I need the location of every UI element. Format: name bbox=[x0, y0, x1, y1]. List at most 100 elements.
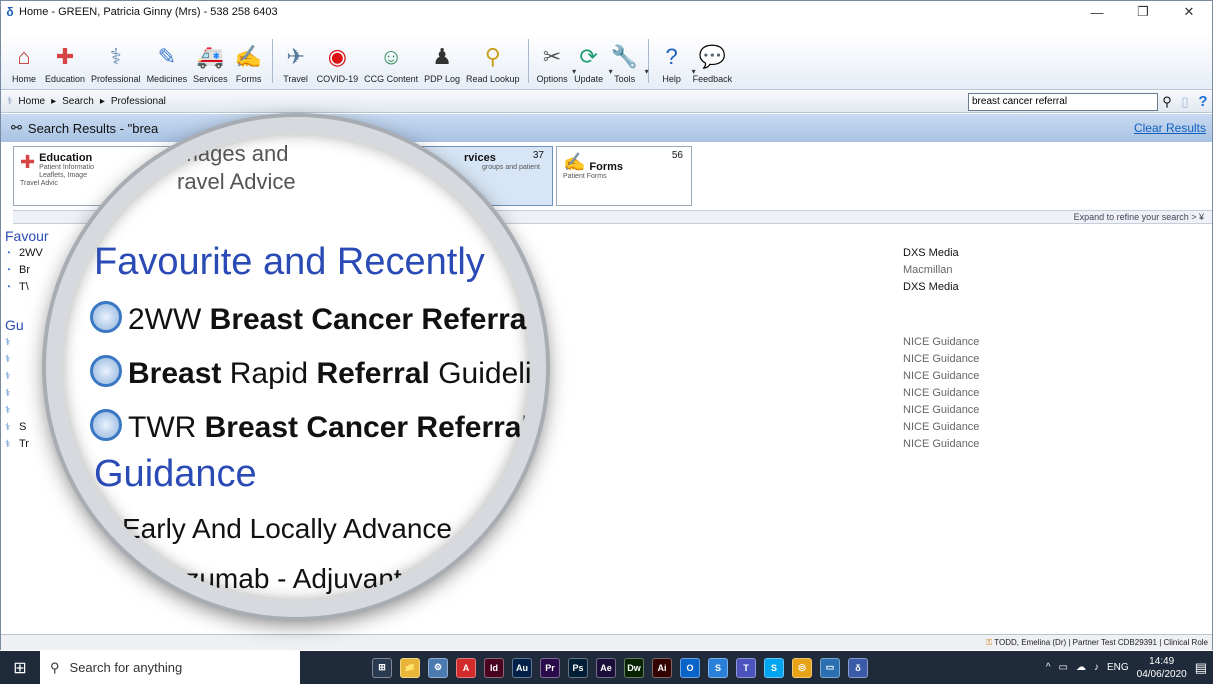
update-icon: ⟳ bbox=[579, 44, 598, 69]
magnified-guidance-item: Early And Locally Advance bbox=[122, 513, 452, 544]
taskbar-app-icon[interactable]: Pr bbox=[540, 657, 560, 678]
expand-link[interactable]: Expand to refine your search > bbox=[1074, 212, 1197, 222]
ribbon-label: Tools bbox=[614, 74, 636, 84]
breadcrumb-home[interactable]: Home bbox=[18, 96, 45, 107]
plane-icon: ✈ bbox=[286, 44, 305, 69]
education-button[interactable]: ✚ Education bbox=[45, 42, 85, 89]
caduceus-icon: ⚕ bbox=[109, 44, 122, 69]
taskbar-app-icon[interactable]: Ps bbox=[568, 657, 588, 678]
card-forms[interactable]: 56 ✍ Forms Patient Forms bbox=[556, 146, 692, 206]
clock[interactable]: 14:49 04/06/2020 bbox=[1137, 655, 1187, 681]
double-chevron-down-icon[interactable]: ¥ bbox=[1199, 212, 1204, 222]
ribbon-label: Feedback bbox=[692, 74, 733, 84]
forms-button[interactable]: ✍ Forms bbox=[234, 42, 264, 89]
medicines-button[interactable]: ✎ Medicines bbox=[147, 42, 188, 89]
ribbon-label: COVID-19 bbox=[316, 74, 359, 84]
pdp-log-button[interactable]: ♟ PDP Log bbox=[424, 42, 460, 89]
help-icon[interactable]: ? bbox=[1194, 93, 1212, 110]
status-text: TODD, Emelina (Dr) | Partner Test CDB293… bbox=[994, 638, 1208, 647]
ribbon-label: Read Lookup bbox=[466, 74, 520, 84]
taskbar-app-icon[interactable]: Ae bbox=[596, 657, 616, 678]
home-button[interactable]: ⌂ Home bbox=[9, 42, 39, 89]
close-button[interactable]: ✕ bbox=[1166, 4, 1212, 20]
ccg-content-button[interactable]: ☺ CCG Content bbox=[364, 42, 418, 89]
magnified-card-text: ravel Advice bbox=[177, 169, 296, 194]
wrench-icon: 🔧 bbox=[610, 44, 639, 69]
result-source: NICE Guidance bbox=[903, 336, 980, 348]
taskbar-app-icon[interactable]: Dw bbox=[624, 657, 644, 678]
covid-19-button[interactable]: ◉ COVID-19 bbox=[317, 42, 359, 89]
clear-results-link[interactable]: Clear Results bbox=[1134, 121, 1206, 135]
status-bar: ⚿ TODD, Emelina (Dr) | Partner Test CDB2… bbox=[1, 634, 1212, 650]
read-lookup-button[interactable]: ⚲ Read Lookup bbox=[466, 42, 520, 89]
magnified-guidance-item: tuzumab - Adjuvant bbox=[162, 563, 402, 594]
notification-icon[interactable]: ▤ bbox=[1195, 660, 1207, 676]
taskbar-search[interactable]: ⚲ Search for anything bbox=[40, 651, 300, 684]
caduceus-icon: ⚕ bbox=[5, 388, 11, 399]
breadcrumb-search[interactable]: Search bbox=[62, 96, 94, 107]
help-button[interactable]: ? Help ▾ bbox=[657, 42, 695, 89]
taskbar-app-icon[interactable]: δ bbox=[848, 657, 868, 678]
taskbar-app-icon[interactable]: ⚙ bbox=[428, 657, 448, 678]
taskbar-app-icon[interactable]: Au bbox=[512, 657, 532, 678]
minimize-button[interactable]: — bbox=[1074, 5, 1120, 20]
taskbar-app-icon[interactable]: Ai bbox=[652, 657, 672, 678]
siren-icon: ◉ bbox=[327, 44, 347, 69]
card-count: 56 bbox=[671, 150, 683, 161]
taskbar-app-icon[interactable]: ◎ bbox=[792, 657, 812, 678]
taskbar-app-icon[interactable]: Id bbox=[484, 657, 504, 678]
taskbar-app-icon[interactable]: S bbox=[708, 657, 728, 678]
search-go-icon[interactable]: ⚲ bbox=[1158, 94, 1176, 110]
ribbon-separator bbox=[647, 39, 649, 83]
network-icon[interactable]: ▭ bbox=[1059, 662, 1068, 673]
chevron-up-icon[interactable]: ^ bbox=[1046, 662, 1051, 673]
medicines-icon: ✎ bbox=[157, 44, 177, 69]
taskbar-search-placeholder: Search for anything bbox=[69, 660, 183, 675]
professional-button[interactable]: ⚕ Professional bbox=[91, 42, 141, 89]
document-icon[interactable]: ▯ bbox=[1176, 94, 1194, 110]
search-input[interactable] bbox=[968, 92, 1158, 111]
taskbar-app-icon[interactable]: T bbox=[736, 657, 756, 678]
language-indicator[interactable]: ENG bbox=[1107, 662, 1129, 673]
magnifier-icon: ⚲ bbox=[484, 44, 501, 69]
result-source: NICE Guidance bbox=[903, 404, 980, 416]
clock-icon: ◔ bbox=[5, 265, 12, 276]
restore-button[interactable]: ❐ bbox=[1120, 4, 1166, 20]
breadcrumb-professional[interactable]: Professional bbox=[111, 96, 166, 107]
travel-button[interactable]: ✈ Travel bbox=[281, 42, 311, 89]
ribbon-separator bbox=[271, 39, 273, 83]
caduceus-icon: ⚕ bbox=[7, 96, 13, 107]
magnifier-overlay: lets, Images and ravel Advice Favourite … bbox=[46, 117, 546, 617]
update-button[interactable]: ⟳ Update ▾ bbox=[574, 42, 613, 89]
cloud-icon[interactable]: ☁ bbox=[1076, 662, 1086, 673]
caduceus-icon: ⚕ bbox=[5, 371, 11, 382]
title-bar: δ Home - GREEN, Patricia Ginny (Mrs) - 5… bbox=[1, 1, 1212, 23]
windows-start-icon[interactable]: ⊞ bbox=[0, 658, 40, 678]
ribbon-label: Professional bbox=[91, 74, 141, 84]
breadcrumb-arrow-icon: ▸ bbox=[51, 96, 57, 107]
taskbar-app-icon[interactable]: S bbox=[764, 657, 784, 678]
clock-icon bbox=[90, 355, 122, 387]
navigation-bar: ⚕ Home ▸ Search ▸ Professional ⚲ ▯ ? bbox=[1, 91, 1212, 113]
taskbar-app-icon[interactable]: ▭ bbox=[820, 657, 840, 678]
ribbon-label: Travel bbox=[283, 74, 308, 84]
result-source: NICE Guidance bbox=[903, 438, 980, 450]
ribbon-label: PDP Log bbox=[424, 74, 461, 84]
feedback-button[interactable]: 💬 Feedback bbox=[693, 42, 733, 89]
services-button[interactable]: 🚑 Services bbox=[193, 42, 228, 89]
window-title: Home - GREEN, Patricia Ginny (Mrs) - 538… bbox=[19, 6, 278, 18]
volume-icon[interactable]: ♪ bbox=[1094, 662, 1099, 673]
help-icon: ? bbox=[665, 44, 678, 69]
forms-icon: ✍ bbox=[234, 44, 263, 69]
result-source: DXS Media bbox=[903, 247, 959, 259]
taskbar-app-icon[interactable]: ⊞ bbox=[372, 657, 392, 678]
taskbar-app-icon[interactable]: 📁 bbox=[400, 657, 420, 678]
taskbar-app-icon[interactable]: O bbox=[680, 657, 700, 678]
tools-button[interactable]: 🔧 Tools ▾ bbox=[610, 42, 649, 89]
options-button[interactable]: ✂ Options ▾ bbox=[537, 42, 577, 89]
ribbon-label: Forms bbox=[235, 74, 262, 84]
education-icon: ✚ bbox=[55, 44, 75, 69]
app-logo-icon: δ bbox=[6, 5, 14, 19]
taskbar-app-icon[interactable]: A bbox=[456, 657, 476, 678]
card-count: 37 bbox=[532, 150, 544, 161]
